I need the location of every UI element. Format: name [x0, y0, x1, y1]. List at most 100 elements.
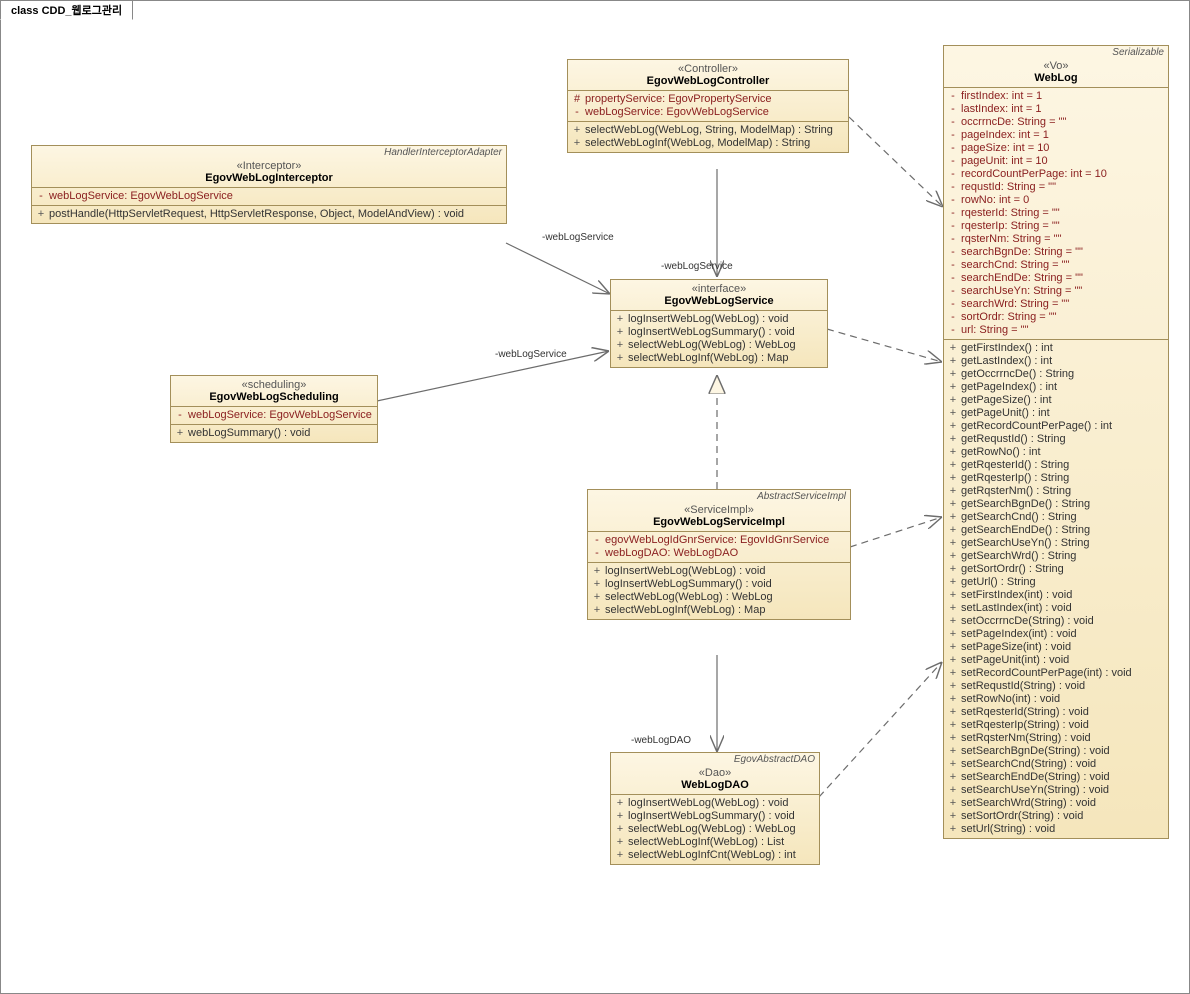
member-row: + getRqsterNm() : String: [948, 485, 1164, 498]
member-row: + setPageIndex(int) : void: [948, 628, 1164, 641]
member-row: - lastIndex: int = 1: [948, 103, 1164, 116]
member-row: + webLogSummary() : void: [175, 427, 373, 440]
member-row: - recordCountPerPage: int = 10: [948, 168, 1164, 181]
member-row: + logInsertWebLog(WebLog) : void: [615, 797, 815, 810]
member-row: + logInsertWebLogSummary() : void: [592, 578, 846, 591]
class-controller: «Controller» EgovWebLogController # prop…: [567, 59, 849, 153]
member-row: - searchUseYn: String = "": [948, 285, 1164, 298]
member-row: + getPageUnit() : int: [948, 407, 1164, 420]
member-row: - rqesterId: String = "": [948, 207, 1164, 220]
member-row: + getSortOrdr() : String: [948, 563, 1164, 576]
stereotype: «Dao»: [615, 767, 815, 779]
class-interceptor: HandlerInterceptorAdapter «Interceptor» …: [31, 145, 507, 224]
stereotype: «scheduling»: [175, 379, 373, 391]
member-row: + selectWebLogInf(WebLog) : Map: [592, 604, 846, 617]
member-row: - searchBgnDe: String = "": [948, 246, 1164, 259]
super-label: EgovAbstractDAO: [734, 754, 815, 765]
member-row: + getRecordCountPerPage() : int: [948, 420, 1164, 433]
member-row: + getLastIndex() : int: [948, 355, 1164, 368]
member-row: + logInsertWebLog(WebLog) : void: [592, 565, 846, 578]
class-service: «interface» EgovWebLogService + logInser…: [610, 279, 828, 368]
attrs: - firstIndex: int = 1- lastIndex: int = …: [944, 88, 1168, 340]
diagram-title-tab: class CDD_웹로그관리: [0, 0, 133, 20]
member-row: + getUrl() : String: [948, 576, 1164, 589]
member-row: + setLastIndex(int) : void: [948, 602, 1164, 615]
diagram-canvas: vo (dashed open) --> vo (dashed) --> vo …: [7, 17, 1183, 987]
super-label: AbstractServiceImpl: [757, 491, 846, 502]
ops: + getFirstIndex() : int+ getLastIndex() …: [944, 340, 1168, 838]
member-row: + setOccrrncDe(String) : void: [948, 615, 1164, 628]
ops: + selectWebLog(WebLog, String, ModelMap)…: [568, 122, 848, 152]
class-name: WebLog: [948, 72, 1164, 84]
class-scheduling: «scheduling» EgovWebLogScheduling - webL…: [170, 375, 378, 443]
ops: + logInsertWebLog(WebLog) : void+ logIns…: [611, 311, 827, 367]
ops: + logInsertWebLog(WebLog) : void+ logIns…: [611, 795, 819, 864]
member-row: + setUrl(String) : void: [948, 823, 1164, 836]
member-row: + setRqesterId(String) : void: [948, 706, 1164, 719]
member-row: + setFirstIndex(int) : void: [948, 589, 1164, 602]
member-row: + setRqsterNm(String) : void: [948, 732, 1164, 745]
stereotype: «interface»: [615, 283, 823, 295]
member-row: - rowNo: int = 0: [948, 194, 1164, 207]
member-row: + getSearchUseYn() : String: [948, 537, 1164, 550]
member-row: + getRqesterIp() : String: [948, 472, 1164, 485]
class-name: EgovWebLogController: [572, 75, 844, 87]
label-controller-service: -webLogService: [661, 261, 733, 272]
class-name: WebLogDAO: [615, 779, 815, 791]
member-row: - searchEndDe: String = "": [948, 272, 1164, 285]
member-row: + getSearchBgnDe() : String: [948, 498, 1164, 511]
member-row: + selectWebLogInfCnt(WebLog) : int: [615, 849, 815, 862]
diagram-title: class CDD_웹로그관리: [11, 5, 122, 17]
member-row: + getSearchCnd() : String: [948, 511, 1164, 524]
stereotype: «Interceptor»: [36, 160, 502, 172]
ops: + logInsertWebLog(WebLog) : void+ logIns…: [588, 563, 850, 619]
member-row: + logInsertWebLogSummary() : void: [615, 810, 815, 823]
member-row: - webLogDAO: WebLogDAO: [592, 547, 846, 560]
member-row: + selectWebLogInf(WebLog, ModelMap) : St…: [572, 137, 844, 150]
assoc-interceptor-service: [506, 243, 610, 294]
attrs: - webLogService: EgovWebLogService: [32, 188, 506, 206]
super-label: Serializable: [1112, 47, 1164, 58]
member-row: + selectWebLog(WebLog, String, ModelMap)…: [572, 124, 844, 137]
member-row: - webLogService: EgovWebLogService: [36, 190, 502, 203]
class-name: EgovWebLogService: [615, 295, 823, 307]
member-row: - pageSize: int = 10: [948, 142, 1164, 155]
member-row: - rqesterIp: String = "": [948, 220, 1164, 233]
member-row: + setPageSize(int) : void: [948, 641, 1164, 654]
member-row: - webLogService: EgovWebLogService: [572, 106, 844, 119]
member-row: + setPageUnit(int) : void: [948, 654, 1164, 667]
member-row: + selectWebLogInf(WebLog) : List: [615, 836, 815, 849]
member-row: + setSearchBgnDe(String) : void: [948, 745, 1164, 758]
dep-service-vo: [827, 329, 942, 362]
member-row: - searchCnd: String = "": [948, 259, 1164, 272]
member-row: - occrrncDe: String = "": [948, 116, 1164, 129]
member-row: + setSortOrdr(String) : void: [948, 810, 1164, 823]
member-row: + setSearchEndDe(String) : void: [948, 771, 1164, 784]
member-row: + getSearchEndDe() : String: [948, 524, 1164, 537]
member-row: + setSearchUseYn(String) : void: [948, 784, 1164, 797]
stereotype: «ServiceImpl»: [592, 504, 846, 516]
class-name: EgovWebLogInterceptor: [36, 172, 502, 184]
member-row: + getPageSize() : int: [948, 394, 1164, 407]
stereotype: «Vo»: [948, 60, 1164, 72]
dep-dao-vo: [819, 662, 942, 797]
member-row: + logInsertWebLog(WebLog) : void: [615, 313, 823, 326]
class-vo: Serializable «Vo» WebLog - firstIndex: i…: [943, 45, 1169, 839]
member-row: + selectWebLog(WebLog) : WebLog: [592, 591, 846, 604]
diagram-frame: class CDD_웹로그관리 vo (dashed open) -->: [0, 0, 1190, 994]
class-impl: AbstractServiceImpl «ServiceImpl» EgovWe…: [587, 489, 851, 620]
member-row: + getPageIndex() : int: [948, 381, 1164, 394]
member-row: - rqsterNm: String = "": [948, 233, 1164, 246]
member-row: + setRqesterIp(String) : void: [948, 719, 1164, 732]
member-row: + setRowNo(int) : void: [948, 693, 1164, 706]
class-name: EgovWebLogServiceImpl: [592, 516, 846, 528]
member-row: + setSearchCnd(String) : void: [948, 758, 1164, 771]
member-row: + getRequstId() : String: [948, 433, 1164, 446]
attrs: # propertyService: EgovPropertyService- …: [568, 91, 848, 122]
assoc-scheduling-service: [377, 351, 609, 401]
dep-controller-vo: [849, 117, 943, 207]
member-row: + setSearchWrd(String) : void: [948, 797, 1164, 810]
member-row: - url: String = "": [948, 324, 1164, 337]
member-row: + selectWebLog(WebLog) : WebLog: [615, 339, 823, 352]
label-interceptor-service: -webLogService: [542, 232, 614, 243]
